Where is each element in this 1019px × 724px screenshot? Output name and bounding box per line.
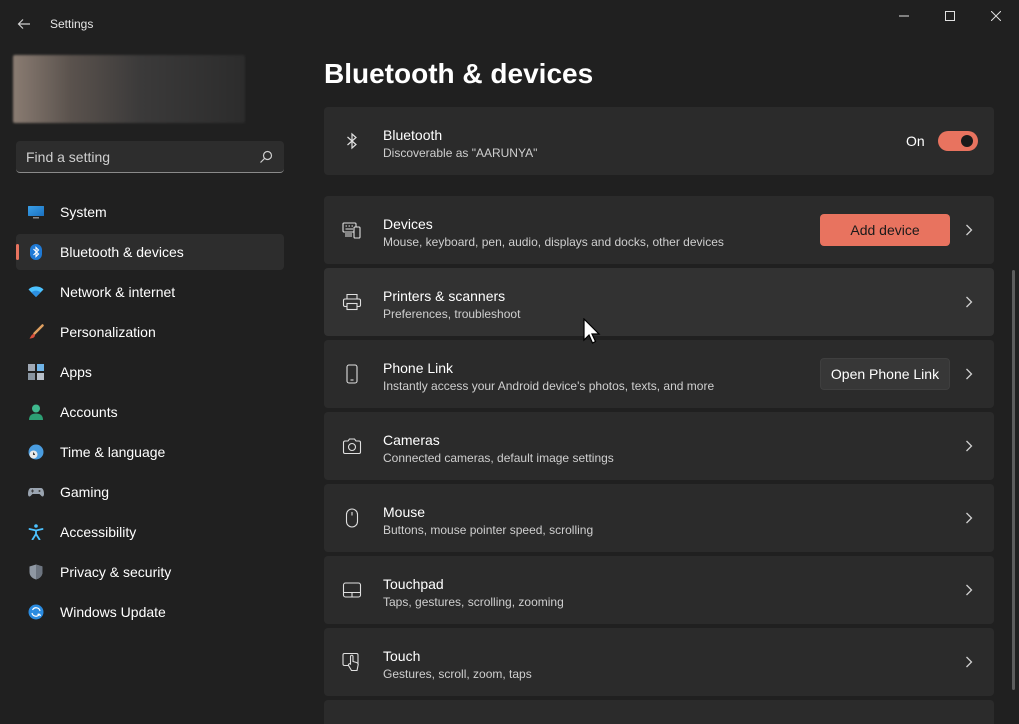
- card-title: Phone Link: [383, 360, 454, 376]
- back-arrow-icon: [17, 19, 30, 29]
- close-icon: [991, 11, 1001, 21]
- title-bar: Settings: [0, 0, 1019, 48]
- user-profile-avatar[interactable]: [13, 55, 245, 123]
- sidebar-item-label: Windows Update: [60, 604, 166, 620]
- mouse-icon: [345, 508, 359, 528]
- sidebar-item-windows-update[interactable]: Windows Update: [16, 594, 284, 630]
- touch-card[interactable]: Touch Gestures, scroll, zoom, taps: [324, 628, 994, 696]
- card-subtitle: Preferences, troubleshoot: [383, 307, 521, 321]
- chevron-right-icon: [966, 584, 973, 596]
- chevron-right-icon: [966, 440, 973, 452]
- sidebar-item-system[interactable]: System: [16, 194, 284, 230]
- card-title: Devices: [383, 216, 433, 232]
- card-title: Cameras: [383, 432, 440, 448]
- printer-icon: [342, 293, 362, 311]
- bluetooth-icon: [347, 132, 357, 150]
- sidebar-item-label: Network & internet: [60, 284, 176, 300]
- scrollbar[interactable]: [1012, 270, 1015, 690]
- chevron-right-icon: [966, 368, 973, 380]
- card-subtitle: Mouse, keyboard, pen, audio, displays an…: [383, 235, 724, 249]
- minimize-icon: [899, 15, 909, 17]
- chevron-right-icon: [966, 296, 973, 308]
- sidebar-item-label: Accessibility: [60, 524, 137, 540]
- shield-icon: [29, 564, 43, 580]
- touchpad-icon: [342, 582, 362, 598]
- back-button[interactable]: [8, 8, 40, 40]
- globe-clock-icon: [28, 444, 44, 460]
- printers-scanners-card[interactable]: Printers & scanners Preferences, trouble…: [324, 268, 994, 336]
- update-icon: [28, 604, 44, 620]
- sidebar-item-bluetooth-devices[interactable]: Bluetooth & devices: [16, 234, 284, 270]
- search-box[interactable]: [16, 141, 284, 173]
- sidebar-item-time-language[interactable]: Time & language: [16, 434, 284, 470]
- sidebar-item-apps[interactable]: Apps: [16, 354, 284, 390]
- card-title: Mouse: [383, 504, 426, 520]
- open-phone-link-button[interactable]: Open Phone Link: [820, 358, 950, 390]
- card-subtitle: Instantly access your Android device's p…: [383, 379, 715, 393]
- bluetooth-toggle[interactable]: [938, 131, 978, 151]
- card-subtitle: Connected cameras, default image setting…: [383, 451, 614, 465]
- sidebar-item-accounts[interactable]: Accounts: [16, 394, 284, 430]
- app-title: Settings: [50, 17, 94, 31]
- mouse-card[interactable]: Mouse Buttons, mouse pointer speed, scro…: [324, 484, 994, 552]
- close-button[interactable]: [973, 0, 1019, 32]
- mouse-cursor-icon: [583, 318, 601, 344]
- maximize-icon: [945, 11, 955, 21]
- toggle-knob: [961, 135, 973, 147]
- sidebar-item-accessibility[interactable]: Accessibility: [16, 514, 284, 550]
- wifi-icon: [28, 286, 44, 297]
- gamepad-icon: [28, 488, 44, 497]
- sidebar-item-network[interactable]: Network & internet: [16, 274, 284, 310]
- card-subtitle: Taps, gestures, scrolling, zooming: [383, 595, 564, 609]
- touch-icon: [342, 652, 359, 672]
- page-title: Bluetooth & devices: [324, 58, 594, 89]
- sidebar-item-label: Privacy & security: [60, 564, 172, 580]
- card-title: Touch: [383, 648, 421, 664]
- phone-icon: [346, 364, 358, 384]
- maximize-button[interactable]: [927, 0, 973, 32]
- brush-icon: [29, 324, 44, 339]
- sidebar-item-personalization[interactable]: Personalization: [16, 314, 284, 350]
- search-icon[interactable]: [258, 149, 274, 165]
- sidebar-item-label: Gaming: [60, 484, 110, 500]
- sidebar-item-gaming[interactable]: Gaming: [16, 474, 284, 510]
- card-subtitle: Gestures, scroll, zoom, taps: [383, 667, 532, 681]
- camera-icon: [342, 438, 362, 455]
- cameras-card[interactable]: Cameras Connected cameras, default image…: [324, 412, 994, 480]
- sidebar-item-label: Accounts: [60, 404, 118, 420]
- sidebar-nav: System Bluetooth & devices Network & int…: [16, 194, 284, 634]
- add-device-button[interactable]: Add device: [820, 214, 950, 246]
- chevron-right-icon: [966, 224, 973, 236]
- person-icon: [29, 404, 43, 420]
- bluetooth-icon: [30, 244, 42, 260]
- sidebar-item-label: Apps: [60, 364, 92, 380]
- chevron-right-icon: [966, 512, 973, 524]
- chevron-right-icon: [966, 656, 973, 668]
- sidebar-item-label: Bluetooth & devices: [60, 244, 184, 260]
- search-input[interactable]: [26, 148, 258, 165]
- card-title: Bluetooth: [383, 127, 443, 143]
- phone-link-card[interactable]: Phone Link Instantly access your Android…: [324, 340, 994, 408]
- sidebar-item-label: Personalization: [60, 324, 156, 340]
- card-title: Touchpad: [383, 576, 444, 592]
- apps-icon: [28, 364, 44, 380]
- sidebar-item-privacy-security[interactable]: Privacy & security: [16, 554, 284, 590]
- minimize-button[interactable]: [881, 0, 927, 32]
- bluetooth-toggle-label: On: [906, 133, 925, 149]
- card-subtitle: Discoverable as "AARUNYA": [383, 146, 538, 160]
- touchpad-card[interactable]: Touchpad Taps, gestures, scrolling, zoom…: [324, 556, 994, 624]
- card-title: Printers & scanners: [383, 288, 506, 304]
- devices-icon: [342, 222, 361, 239]
- card-subtitle: Buttons, mouse pointer speed, scrolling: [383, 523, 594, 537]
- pen-windows-ink-card[interactable]: [324, 700, 994, 724]
- sidebar-item-label: Time & language: [60, 444, 166, 460]
- bluetooth-card: Bluetooth Discoverable as "AARUNYA" On: [324, 107, 994, 175]
- sidebar-item-label: System: [60, 204, 107, 220]
- accessibility-icon: [28, 524, 44, 540]
- devices-card[interactable]: Devices Mouse, keyboard, pen, audio, dis…: [324, 196, 994, 264]
- monitor-icon: [28, 206, 44, 219]
